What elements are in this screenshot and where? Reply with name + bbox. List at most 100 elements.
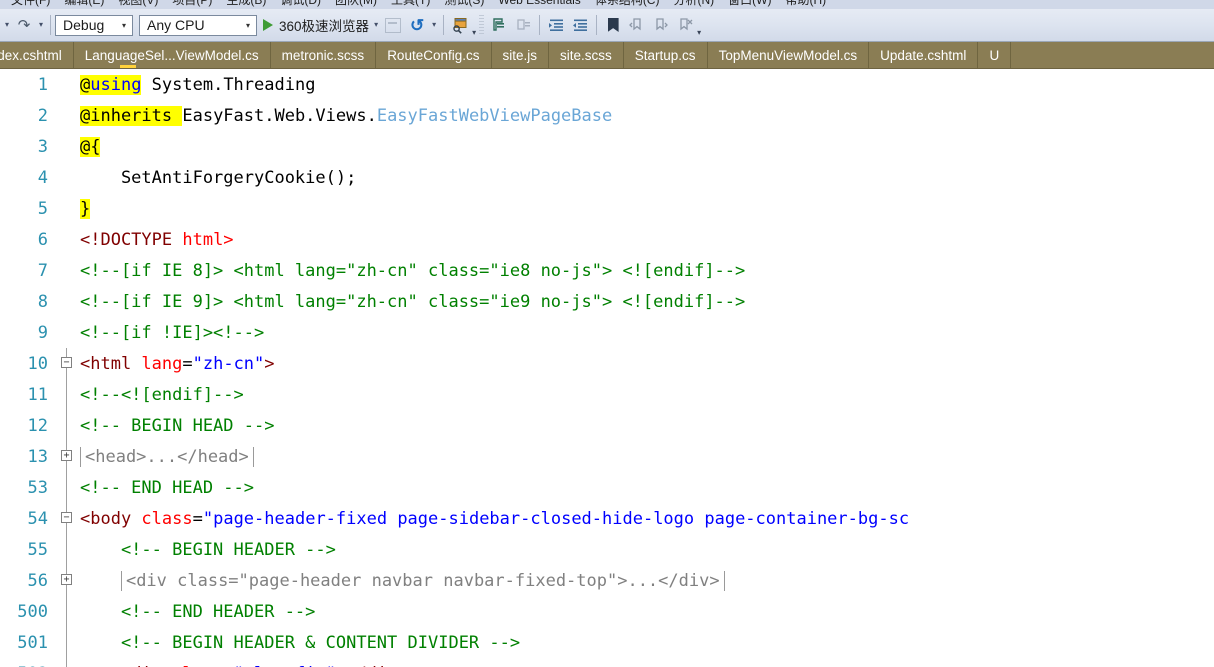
- code-text[interactable]: @using System.Threading: [78, 75, 1214, 95]
- code-text[interactable]: <html lang="zh-cn">: [78, 354, 1214, 374]
- document-tab-4[interactable]: site.js: [492, 42, 550, 68]
- decrease-indent-button[interactable]: [568, 13, 592, 37]
- code-line[interactable]: 7<!--[if IE 8]> <html lang="zh-cn" class…: [0, 255, 1214, 286]
- folding-margin[interactable]: [56, 193, 78, 224]
- menu-item-5[interactable]: 调试(D): [273, 0, 328, 5]
- code-line[interactable]: 3@{: [0, 131, 1214, 162]
- code-text[interactable]: <!--<![endif]-->: [78, 385, 1214, 405]
- folding-margin[interactable]: [56, 596, 78, 627]
- comment-selection-button[interactable]: [487, 13, 511, 37]
- document-tab-5[interactable]: site.scss: [549, 42, 624, 68]
- folding-margin[interactable]: +: [56, 441, 78, 472]
- code-text[interactable]: SetAntiForgeryCookie();: [78, 168, 1214, 188]
- code-line[interactable]: 1@using System.Threading: [0, 69, 1214, 100]
- document-tab-0[interactable]: Index.cshtml: [0, 42, 74, 68]
- folding-margin[interactable]: [56, 69, 78, 100]
- toolbar-overflow-caret[interactable]: ▾: [697, 13, 701, 38]
- redo-icon[interactable]: ↷: [12, 13, 36, 37]
- toggle-bookmark-button[interactable]: [601, 13, 625, 37]
- clear-bookmarks-button[interactable]: [673, 13, 697, 37]
- folding-margin[interactable]: −: [56, 503, 78, 534]
- toolbar-grip-handle[interactable]: [479, 15, 484, 35]
- next-bookmark-button[interactable]: [649, 13, 673, 37]
- code-text[interactable]: }: [78, 199, 1214, 219]
- document-tab-8[interactable]: Update.cshtml: [869, 42, 978, 68]
- collapse-region-icon[interactable]: −: [61, 512, 72, 523]
- code-text[interactable]: <div class="page-header navbar navbar-fi…: [78, 571, 1214, 591]
- code-line[interactable]: 5}: [0, 193, 1214, 224]
- find-in-files-icon[interactable]: [448, 13, 472, 37]
- expand-region-icon[interactable]: +: [61, 450, 72, 461]
- redo-dropdown-caret[interactable]: ▾: [36, 21, 46, 29]
- code-line[interactable]: 12<!-- BEGIN HEAD -->: [0, 410, 1214, 441]
- code-line[interactable]: 53<!-- END HEAD -->: [0, 472, 1214, 503]
- document-tab-2[interactable]: metronic.scss: [271, 42, 377, 68]
- code-text[interactable]: @inherits EasyFast.Web.Views.EasyFastWeb…: [78, 106, 1214, 126]
- code-line[interactable]: 11<!--<![endif]-->: [0, 379, 1214, 410]
- code-line[interactable]: 8<!--[if IE 9]> <html lang="zh-cn" class…: [0, 286, 1214, 317]
- document-tab-1[interactable]: LanguageSel...ViewModel.cs: [74, 42, 271, 68]
- undo-dropdown-caret[interactable]: ▾: [2, 21, 12, 29]
- collapse-region-icon[interactable]: −: [61, 357, 72, 368]
- menu-item-9[interactable]: Web Essentials: [491, 0, 587, 5]
- code-line[interactable]: 6<!DOCTYPE html>: [0, 224, 1214, 255]
- refresh-dropdown-caret[interactable]: ▾: [429, 21, 439, 29]
- folding-margin[interactable]: [56, 131, 78, 162]
- code-editor[interactable]: 1@using System.Threading2@inherits EasyF…: [0, 69, 1214, 667]
- solution-configuration-combo[interactable]: Debug ▾: [55, 15, 133, 36]
- code-text[interactable]: <!-- END HEAD -->: [78, 478, 1214, 498]
- code-text[interactable]: <!--[if !IE]><!-->: [78, 323, 1214, 343]
- find-overflow-caret[interactable]: ▾: [472, 13, 476, 38]
- code-line[interactable]: 55 <!-- BEGIN HEADER -->: [0, 534, 1214, 565]
- folding-margin[interactable]: [56, 534, 78, 565]
- folding-margin[interactable]: [56, 317, 78, 348]
- solution-platform-combo[interactable]: Any CPU ▾: [139, 15, 257, 36]
- code-line[interactable]: 501 <!-- BEGIN HEADER & CONTENT DIVIDER …: [0, 627, 1214, 658]
- code-text[interactable]: <!-- BEGIN HEAD -->: [78, 416, 1214, 436]
- folding-margin[interactable]: [56, 286, 78, 317]
- code-line[interactable]: 500 <!-- END HEADER -->: [0, 596, 1214, 627]
- code-text[interactable]: <body class="page-header-fixed page-side…: [78, 509, 1214, 529]
- code-text[interactable]: <!-- END HEADER -->: [78, 602, 1214, 622]
- code-line[interactable]: 10−<html lang="zh-cn">: [0, 348, 1214, 379]
- menu-item-0[interactable]: 文件(F): [4, 0, 57, 5]
- browser-refresh-link-button[interactable]: ↻: [405, 13, 429, 37]
- code-line[interactable]: 56+ <div class="page-header navbar navba…: [0, 565, 1214, 596]
- code-line[interactable]: 4 SetAntiForgeryCookie();: [0, 162, 1214, 193]
- code-line[interactable]: 13+<head>...</head>: [0, 441, 1214, 472]
- code-line[interactable]: 502 <div class="clearfix"></div>: [0, 658, 1214, 667]
- start-debugging-button[interactable]: 360极速浏览器 ▾: [257, 15, 381, 35]
- folding-margin[interactable]: [56, 255, 78, 286]
- expand-region-icon[interactable]: +: [61, 574, 72, 585]
- menu-bar[interactable]: 文件(F)编辑(E)视图(V)项目(P)生成(B)调试(D)团队(M)工具(T)…: [0, 0, 1214, 9]
- folding-margin[interactable]: [56, 658, 78, 667]
- folding-margin[interactable]: [56, 627, 78, 658]
- increase-indent-button[interactable]: [544, 13, 568, 37]
- previous-bookmark-button[interactable]: [625, 13, 649, 37]
- uncomment-selection-button[interactable]: [511, 13, 535, 37]
- code-text[interactable]: <div class="clearfix"></div>: [78, 664, 1214, 667]
- folding-margin[interactable]: [56, 100, 78, 131]
- menu-item-7[interactable]: 工具(T): [384, 0, 437, 5]
- folding-margin[interactable]: [56, 224, 78, 255]
- menu-item-6[interactable]: 团队(M): [328, 0, 384, 5]
- code-text[interactable]: @{: [78, 137, 1214, 157]
- menu-item-4[interactable]: 生成(B): [219, 0, 273, 5]
- start-debugging-caret[interactable]: ▾: [371, 21, 381, 29]
- folding-margin[interactable]: −: [56, 348, 78, 379]
- code-text[interactable]: <!--[if IE 8]> <html lang="zh-cn" class=…: [78, 261, 1214, 281]
- folding-margin[interactable]: +: [56, 565, 78, 596]
- menu-item-2[interactable]: 视图(V): [111, 0, 165, 5]
- folding-margin[interactable]: [56, 410, 78, 441]
- folding-margin[interactable]: [56, 162, 78, 193]
- code-text[interactable]: <!-- BEGIN HEADER & CONTENT DIVIDER -->: [78, 633, 1214, 653]
- menu-item-12[interactable]: 窗口(W): [721, 0, 778, 5]
- code-line[interactable]: 2@inherits EasyFast.Web.Views.EasyFastWe…: [0, 100, 1214, 131]
- menu-item-11[interactable]: 分析(N): [666, 0, 721, 5]
- document-tab-3[interactable]: RouteConfig.cs: [376, 42, 491, 68]
- browser-selection-icon[interactable]: [381, 13, 405, 37]
- document-tab-9[interactable]: U: [978, 42, 1011, 68]
- document-tab-6[interactable]: Startup.cs: [624, 42, 708, 68]
- code-line[interactable]: 54−<body class="page-header-fixed page-s…: [0, 503, 1214, 534]
- menu-item-13[interactable]: 帮助(H): [778, 0, 833, 5]
